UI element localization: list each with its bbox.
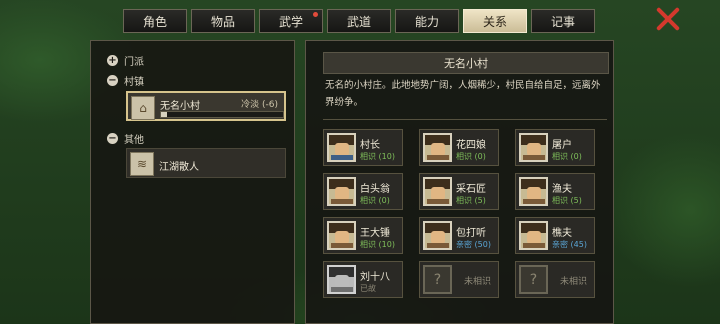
person-name: 渔夫 xyxy=(552,184,572,195)
tab-label: 能力 xyxy=(414,14,439,29)
portrait-icon xyxy=(327,265,356,294)
portrait-icon xyxy=(519,221,548,250)
scroll-icon: ≋ xyxy=(130,152,154,176)
lock-icon: ? xyxy=(423,265,452,294)
person-card[interactable]: 村长 相识 (10) xyxy=(323,129,403,166)
relation-status: 相识 (5) xyxy=(552,196,582,205)
portrait-icon xyxy=(519,133,548,162)
person-name: 屠户 xyxy=(552,140,572,151)
unknown-label: 未相识 xyxy=(464,277,492,287)
relation-status: 相识 (0) xyxy=(552,152,582,161)
locked-person-card[interactable]: ? 未相识 xyxy=(419,261,499,298)
collapse-icon: − xyxy=(107,133,118,144)
lock-icon: ? xyxy=(519,265,548,294)
person-card[interactable]: 包打听 亲密 (50) xyxy=(419,217,499,254)
entry-nameless-village[interactable]: ⌂ 无名小村 冷淡 (-6) xyxy=(126,91,286,121)
tab-abilities[interactable]: 能力 xyxy=(395,9,459,33)
person-card[interactable]: 花四娘 相识 (0) xyxy=(419,129,499,166)
tab-label: 角色 xyxy=(142,14,167,29)
relation-status: 亲密 (45) xyxy=(552,240,587,249)
entry-name: 江湖散人 xyxy=(159,162,199,173)
person-card[interactable]: 屠户 相识 (0) xyxy=(515,129,595,166)
group-label: 其他 xyxy=(124,135,144,146)
person-card[interactable]: 王大锤 相识 (10) xyxy=(323,217,403,254)
relation-progress-bar xyxy=(160,111,284,118)
person-name: 刘十八 xyxy=(360,272,390,283)
portrait-icon xyxy=(327,133,356,162)
person-card[interactable]: 白头翁 相识 (0) xyxy=(323,173,403,210)
portrait-icon xyxy=(327,221,356,250)
group-village[interactable]: − 村镇 xyxy=(107,73,144,88)
tab-label: 物品 xyxy=(210,14,235,29)
person-name: 村长 xyxy=(360,140,380,151)
person-card[interactable]: 采石匠 相识 (5) xyxy=(419,173,499,210)
relation-status: 相识 (0) xyxy=(456,152,486,161)
relation-status: 亲密 (50) xyxy=(456,240,491,249)
person-card[interactable]: 渔夫 相识 (5) xyxy=(515,173,595,210)
person-card[interactable]: 樵夫 亲密 (45) xyxy=(515,217,595,254)
relation-status: 已故 xyxy=(360,284,376,293)
group-label: 村镇 xyxy=(124,77,144,88)
portrait-icon xyxy=(423,221,452,250)
portrait-icon xyxy=(519,177,548,206)
portrait-icon xyxy=(327,177,356,206)
relation-status: 相识 (10) xyxy=(360,152,395,161)
detail-description: 无名的小村庄。此地地势广阔，人烟稀少，村民自给自足，远离外界纷争。 xyxy=(325,80,601,108)
group-sect[interactable]: + 门派 xyxy=(107,53,144,68)
tab-journal[interactable]: 记事 xyxy=(531,9,595,33)
tab-label: 关系 xyxy=(482,14,507,29)
relation-status: 相识 (5) xyxy=(456,196,486,205)
tab-label: 武学 xyxy=(278,14,303,29)
group-label: 门派 xyxy=(124,57,144,68)
portrait-icon xyxy=(423,177,452,206)
relation-status: 相识 (0) xyxy=(360,196,390,205)
person-card[interactable]: 刘十八 已故 xyxy=(323,261,403,298)
hut-icon: ⌂ xyxy=(131,96,155,120)
person-name: 花四娘 xyxy=(456,140,486,151)
entry-name: 无名小村 xyxy=(160,101,200,112)
relation-detail-panel: 无名小村 无名的小村庄。此地地势广阔，人烟稀少，村民自给自足，远离外界纷争。 村… xyxy=(305,40,614,324)
unknown-label: 未相识 xyxy=(560,277,588,287)
person-name: 王大锤 xyxy=(360,228,390,239)
faction-list-panel: + 门派 − 村镇 ⌂ 无名小村 冷淡 (-6) − 其他 ≋ 江湖散人 xyxy=(90,40,295,324)
person-name: 采石匠 xyxy=(456,184,486,195)
person-name: 包打听 xyxy=(456,228,486,239)
notification-dot xyxy=(313,12,318,17)
tab-label: 武道 xyxy=(346,14,371,29)
group-other[interactable]: − 其他 xyxy=(107,131,144,146)
entry-relation-value: 冷淡 (-6) xyxy=(241,100,278,110)
expand-icon: + xyxy=(107,55,118,66)
tab-items[interactable]: 物品 xyxy=(191,9,255,33)
portrait-icon xyxy=(423,133,452,162)
collapse-icon: − xyxy=(107,75,118,86)
entry-wanderer[interactable]: ≋ 江湖散人 xyxy=(126,148,286,178)
tab-martial-skills[interactable]: 武学 xyxy=(259,9,323,33)
detail-title: 无名小村 xyxy=(323,52,609,74)
tab-martial-way[interactable]: 武道 xyxy=(327,9,391,33)
relation-progress-fill xyxy=(161,112,168,117)
locked-person-card[interactable]: ? 未相识 xyxy=(515,261,595,298)
top-tab-bar: 角色 物品 武学 武道 能力 关系 记事 xyxy=(123,9,595,33)
relation-status: 相识 (10) xyxy=(360,240,395,249)
divider xyxy=(323,119,607,120)
tab-label: 记事 xyxy=(550,14,575,29)
person-name: 白头翁 xyxy=(360,184,390,195)
tab-relations[interactable]: 关系 xyxy=(463,9,527,33)
person-name: 樵夫 xyxy=(552,228,572,239)
tab-character[interactable]: 角色 xyxy=(123,9,187,33)
close-x-icon[interactable] xyxy=(655,6,681,32)
